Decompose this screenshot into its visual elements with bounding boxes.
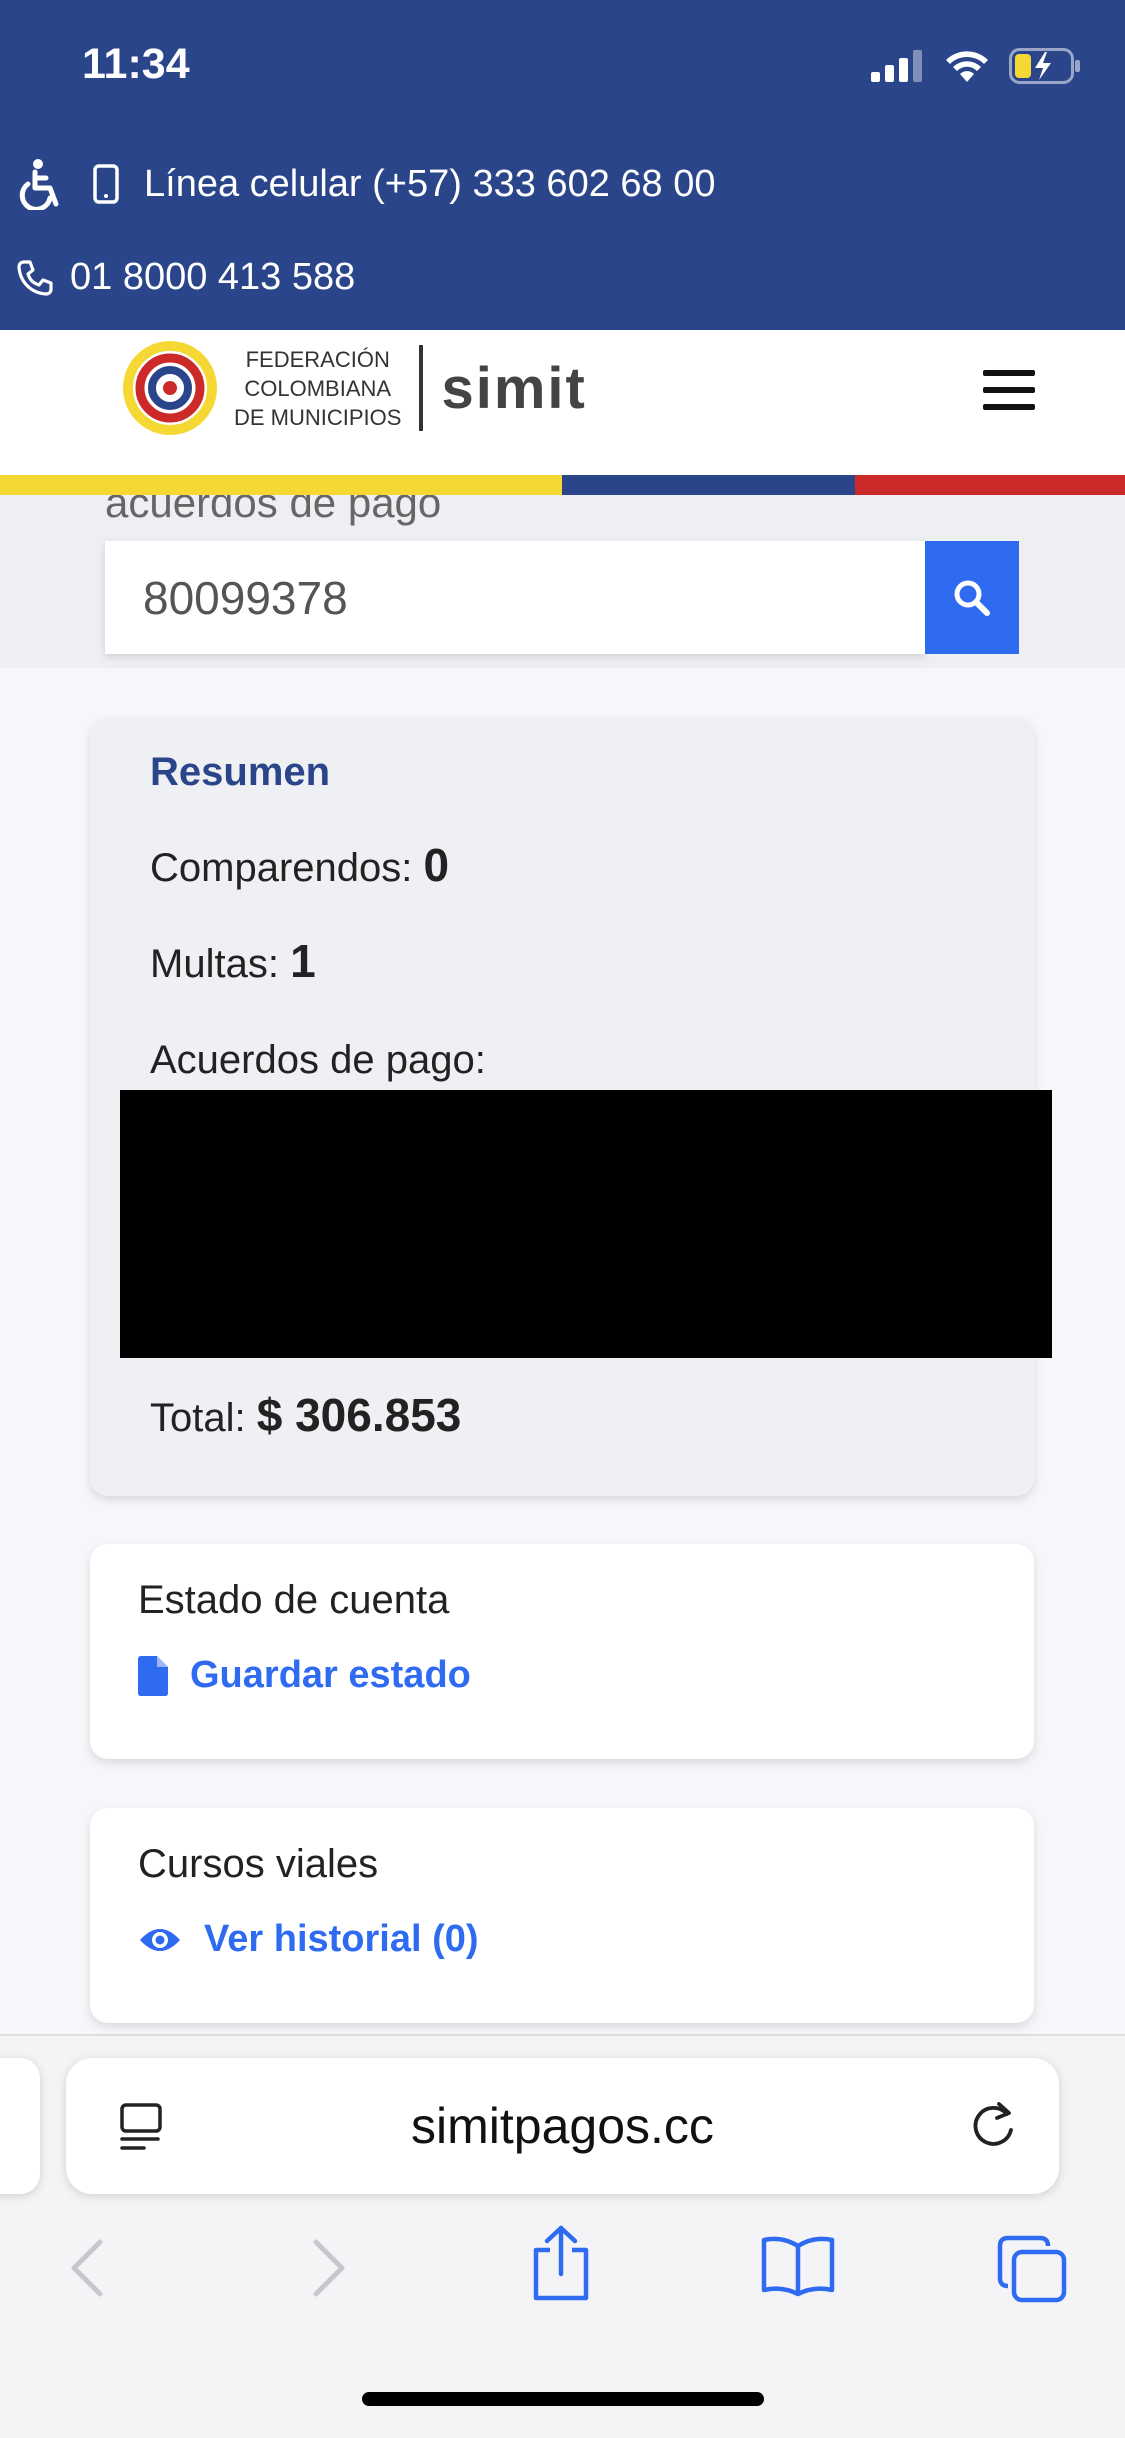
page-menu-icon[interactable]: [118, 2102, 166, 2152]
status-icons: [871, 48, 1081, 84]
federacion-swirl-logo: [123, 341, 217, 435]
comparendos-row: Comparendos: 0: [150, 838, 449, 892]
phone-text[interactable]: 01 8000 413 588: [70, 256, 355, 299]
address-bar[interactable]: simitpagos.cc: [66, 2058, 1059, 2194]
comparendos-label: Comparendos:: [150, 846, 413, 890]
search-button[interactable]: [925, 541, 1019, 654]
cell-line-row: Línea celular (+57) 333 602 68 00: [16, 158, 715, 210]
browser-nav-row: [0, 2220, 1125, 2320]
cursos-viales-card: Cursos viales Ver historial (0): [90, 1808, 1034, 2023]
acuerdos-label: Acuerdos de pago:: [150, 1038, 486, 1082]
summary-card: Resumen Comparendos: 0 Multas: 1 Acuerdo…: [90, 718, 1052, 1496]
flag-stripe: [0, 475, 1125, 495]
search-input[interactable]: [141, 569, 905, 626]
reload-icon[interactable]: [967, 2098, 1019, 2154]
comparendos-value: 0: [423, 839, 450, 891]
multas-label: Multas:: [150, 942, 279, 986]
home-indicator[interactable]: [362, 2392, 764, 2406]
cursos-viales-title: Cursos viales: [138, 1842, 379, 1886]
stripe-blue: [562, 475, 855, 495]
stripe-red: [855, 475, 1125, 495]
cell-line-text[interactable]: Línea celular (+57) 333 602 68 00: [144, 163, 715, 206]
previous-tab-preview[interactable]: [0, 2058, 40, 2194]
eye-icon: [140, 1928, 180, 1951]
ver-historial-link[interactable]: Ver historial (0): [138, 1918, 479, 1961]
logo-divider: [419, 345, 424, 431]
share-icon[interactable]: [530, 2224, 592, 2302]
total-label: Total:: [150, 1396, 246, 1440]
fed-line-1: FEDERACIÓN: [245, 346, 390, 372]
forward-icon[interactable]: [310, 2238, 350, 2298]
phone-icon: [17, 259, 53, 296]
search-section: acuerdos de pago: [0, 495, 1125, 668]
hamburger-menu-icon[interactable]: [983, 370, 1035, 410]
multas-value: 1: [290, 935, 316, 987]
estado-cuenta-title: Estado de cuenta: [138, 1578, 450, 1622]
stripe-yellow: [0, 475, 562, 495]
estado-cuenta-card: Estado de cuenta Guardar estado: [90, 1544, 1034, 1759]
guardar-estado-link[interactable]: Guardar estado: [138, 1654, 471, 1697]
ver-historial-text: Ver historial (0): [204, 1918, 479, 1960]
site-logo[interactable]: FEDERACIÓN COLOMBIANA DE MUNICIPIOS simi…: [118, 328, 587, 448]
tabs-icon[interactable]: [996, 2234, 1068, 2304]
battery-charging-icon: [1009, 48, 1080, 84]
status-time: 11:34: [82, 40, 190, 88]
simit-brand: simit: [441, 355, 587, 421]
fed-line-2: COLOMBIANA: [244, 375, 392, 401]
total-value: $ 306.853: [256, 1389, 462, 1441]
search-label: acuerdos de pago: [105, 495, 442, 526]
summary-title: Resumen: [150, 750, 331, 794]
federacion-text: FEDERACIÓN COLOMBIANA DE MUNICIPIOS: [234, 345, 401, 432]
total-row: Total: $ 306.853: [150, 1388, 461, 1442]
fed-line-3: DE MUNICIPIOS: [234, 404, 402, 430]
multas-row: Multas: 1: [150, 934, 316, 988]
phone-row: 01 8000 413 588: [16, 256, 355, 299]
signal-icon: [871, 50, 922, 82]
search-box[interactable]: [105, 541, 925, 654]
redacted-block: [120, 1090, 1052, 1358]
bookmarks-icon[interactable]: [760, 2234, 836, 2298]
url-text: simitpagos.cc: [411, 2098, 714, 2154]
mobile-phone-icon: [93, 164, 119, 204]
accessibility-icon: [19, 159, 59, 210]
guardar-estado-text: Guardar estado: [190, 1654, 471, 1696]
search-icon: [954, 580, 990, 616]
file-icon: [138, 1655, 168, 1696]
back-icon[interactable]: [66, 2238, 106, 2298]
wifi-icon: [946, 51, 988, 82]
